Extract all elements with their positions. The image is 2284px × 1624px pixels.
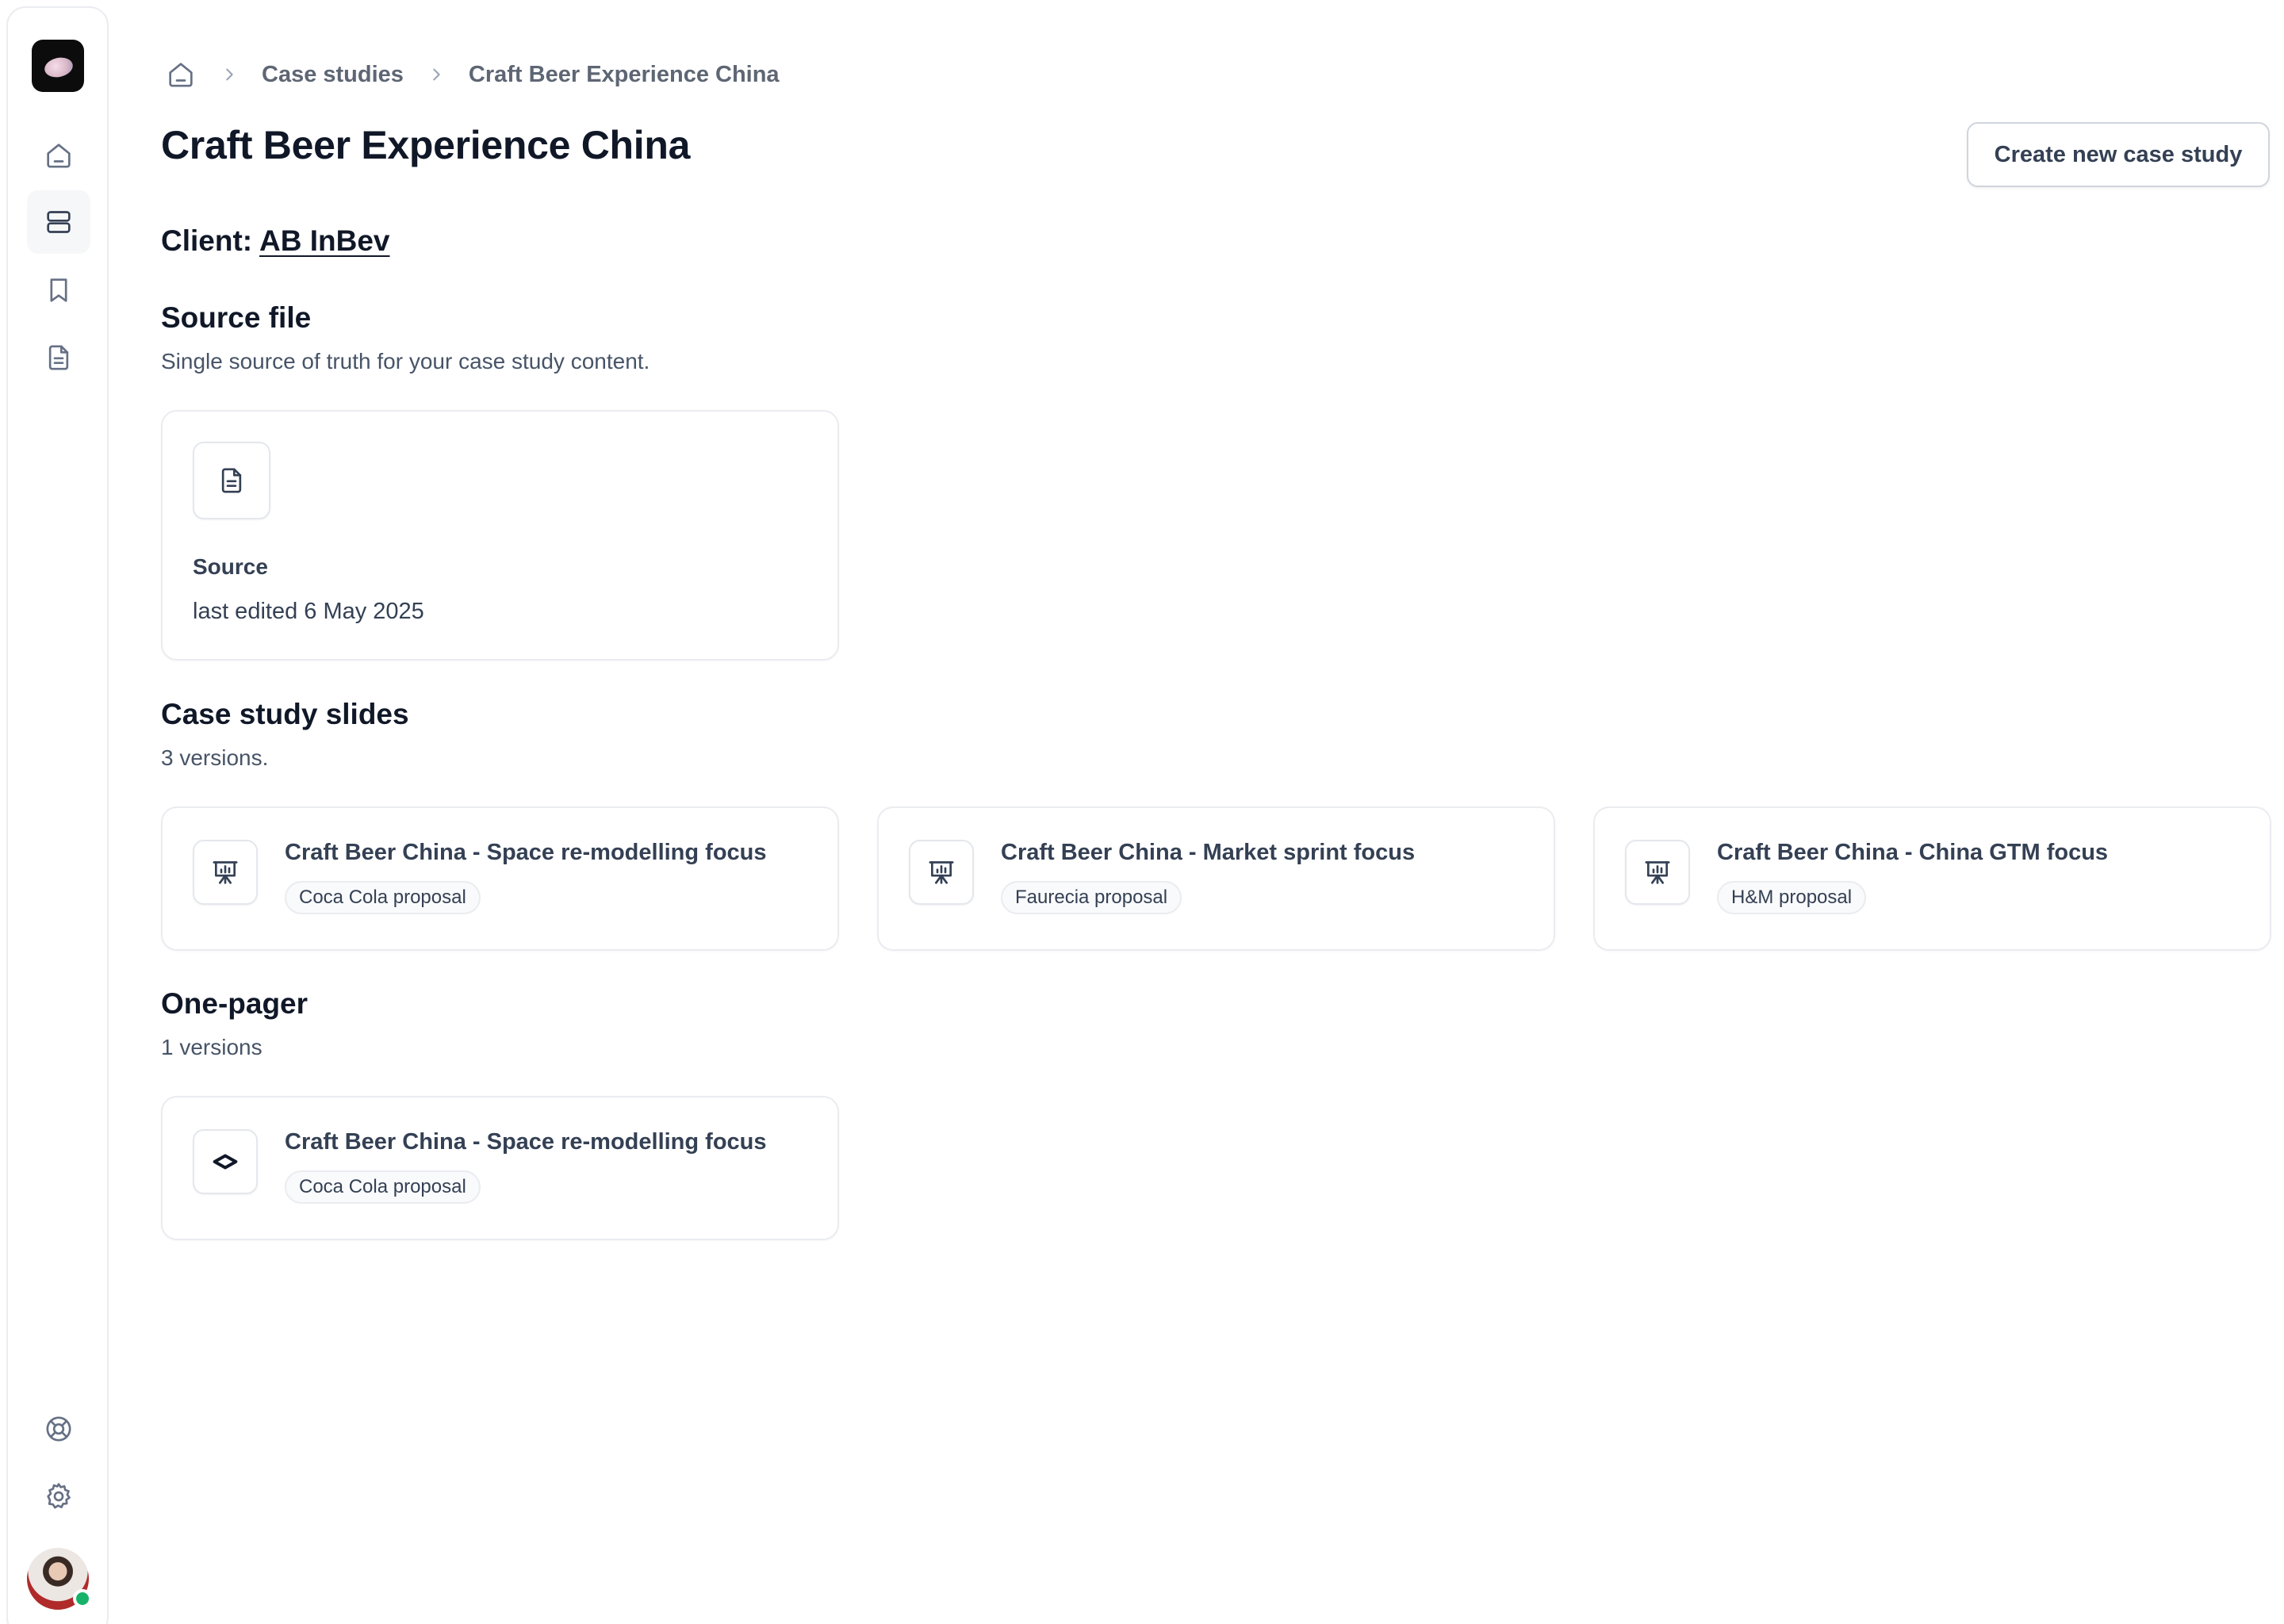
one-pager-subtitle: 1 versions [161,1035,263,1059]
breadcrumb: Case studies Craft Beer Experience China [165,57,780,92]
one-pager-icon-box [193,1129,258,1194]
case-studies-icon [47,211,71,233]
online-status-indicator [73,1589,92,1608]
sidebar-item-support[interactable] [27,1397,90,1461]
sidebar-item-settings[interactable] [27,1465,90,1528]
presentation-icon [929,861,954,884]
one-pager-title: Craft Beer China - Space re-modelling fo… [285,1129,767,1155]
slides-subtitle: 3 versions. [161,745,269,770]
bookmark-icon [50,278,67,302]
slide-icon-box [193,840,258,905]
source-file-icon-box [193,442,270,519]
proposal-badge: H&M proposal [1717,881,1867,914]
settings-icon [47,1483,71,1509]
source-file-heading: Source file [161,301,312,334]
sidebar [6,6,109,1624]
sidebar-item-bookmarks[interactable] [27,259,90,322]
client-label: Client: [161,224,253,257]
breadcrumb-home-icon[interactable] [165,59,197,90]
presentation-icon [1645,861,1670,884]
source-file-card[interactable]: Source last edited 6 May 2025 [161,410,839,661]
client-link[interactable]: AB InBev [259,224,389,257]
support-icon [46,1416,71,1442]
app-logo[interactable] [32,40,84,92]
source-file-subtitle: Single source of truth for your case stu… [161,349,650,373]
proposal-badge: Faurecia proposal [1001,881,1182,914]
one-pager-card[interactable]: Craft Beer China - Space re-modelling fo… [161,1096,839,1240]
page-title: Craft Beer Experience China [161,123,691,167]
slide-card[interactable]: Craft Beer China - China GTM focus H&M p… [1593,806,2271,951]
user-avatar[interactable] [25,1546,92,1611]
breadcrumb-case-studies[interactable]: Case studies [262,62,404,88]
chevron-right-icon [226,68,233,81]
slide-card[interactable]: Craft Beer China - Space re-modelling fo… [161,806,839,951]
proposal-badge: Coca Cola proposal [285,881,481,914]
sidebar-item-documents[interactable] [27,326,90,389]
breadcrumb-current[interactable]: Craft Beer Experience China [469,62,780,88]
slide-card[interactable]: Craft Beer China - Market sprint focus F… [877,806,1555,951]
slide-icon-box [1625,840,1690,905]
document-icon [221,468,242,493]
one-pager-heading: One-pager [161,987,308,1020]
diamond-icon [213,1154,238,1170]
create-case-study-button[interactable]: Create new case study [1967,122,2270,187]
home-icon [47,144,71,168]
presentation-icon [213,861,238,884]
chevron-right-icon [433,68,440,81]
slide-title: Craft Beer China - Market sprint focus [1001,840,1416,865]
slide-icon-box [909,840,974,905]
slide-title: Craft Beer China - Space re-modelling fo… [285,840,767,865]
source-file-edited: last edited 6 May 2025 [193,599,424,624]
slide-title: Craft Beer China - China GTM focus [1717,840,2109,865]
sidebar-item-home[interactable] [27,124,90,187]
logo-mark [42,55,75,80]
proposal-badge: Coca Cola proposal [285,1170,481,1204]
client-line: Client: AB InBev [161,224,390,258]
slides-heading: Case study slides [161,698,409,730]
sidebar-item-case-studies[interactable] [27,190,90,254]
source-file-name: Source [193,554,268,579]
document-icon [48,345,69,370]
